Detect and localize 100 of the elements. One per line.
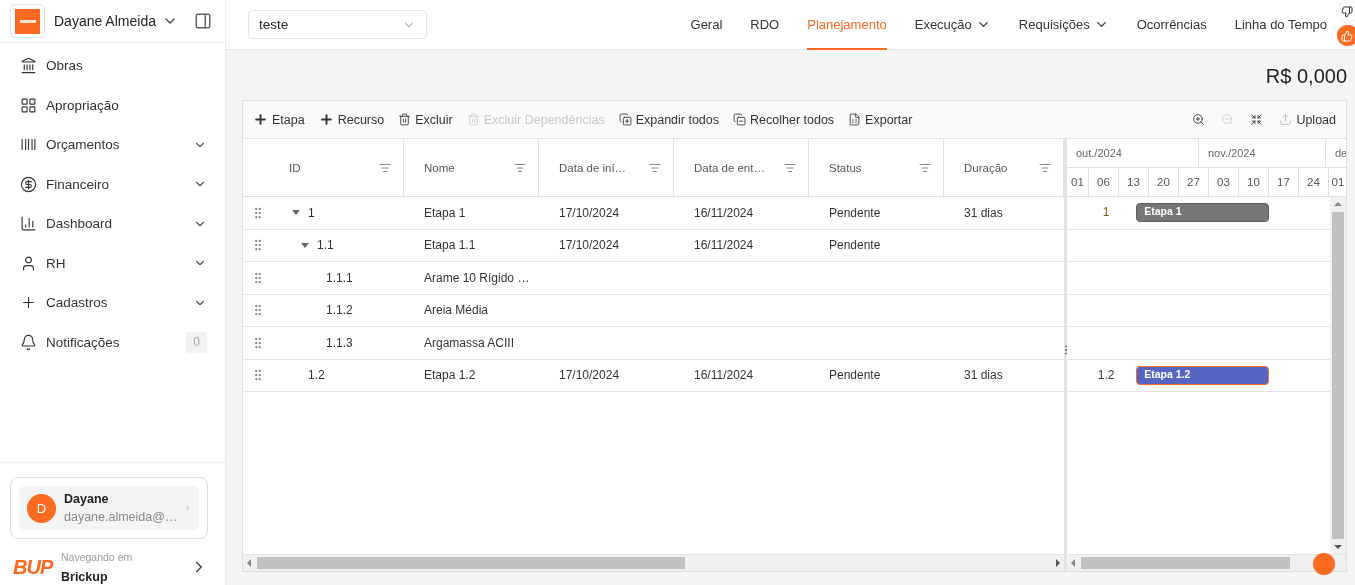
nav-tab[interactable]: Requisições [1018,0,1109,50]
collapse-all-icon [733,113,747,126]
row-id: 1.1.1 [326,270,353,285]
toolbar-button[interactable]: Etapa [253,112,305,127]
row-id: 1.1.2 [326,303,353,318]
user-menu[interactable]: Dayane Almeida [54,13,178,29]
table-cell: 17/10/2024 [559,238,620,253]
table-cell: Pendente [829,368,881,383]
table-cell: Etapa 1.2 [424,368,476,383]
column-header[interactable]: Nome [404,139,539,196]
sidebar-item[interactable]: RH [0,243,225,283]
gantt-bar[interactable]: Etapa 1.2 [1136,365,1269,385]
expand-caret-icon[interactable] [292,210,300,216]
total-amount: R$ 0,000 [1265,64,1347,88]
table-cell: 31 dias [964,368,1003,383]
filter-icon[interactable] [379,161,391,174]
dollar-icon [20,175,37,193]
bank-icon [20,57,37,75]
upload-button[interactable]: Upload [1279,112,1336,127]
day-label: 10 [1247,176,1260,188]
sidebar-item[interactable]: Orçamentos [0,125,225,165]
plus-icon [318,112,334,127]
nav-tab[interactable]: Linha do Tempo [1234,0,1327,50]
day-label: 03 [1217,176,1230,188]
row-id: 1.1.3 [326,335,353,350]
bar-chart-icon [20,215,37,233]
bell-icon [20,333,37,351]
vertical-scrollbar[interactable] [1330,197,1346,554]
table-cell: 17/10/2024 [559,368,620,383]
sidebar-item[interactable]: Cadastros [0,283,225,323]
toolbar-button[interactable]: Recolher todos [733,112,835,127]
table-cell: 31 dias [964,205,1003,220]
account-email: dayane.almeida@… [64,510,178,524]
day-label: 27 [1187,176,1200,188]
month-label: out./2024 [1076,147,1122,159]
toolbar-button[interactable]: Recurso [318,112,385,127]
table-cell: Arame 10 Rígido … [424,270,530,285]
table-row[interactable]: 1 Etapa 1 17/10/2024 16/11/2024 Pendente 31 dias [243,197,1064,230]
avatar: D [27,493,56,523]
table-cell: Pendente [829,205,881,220]
table-row[interactable]: 1.1.1 Arame 10 Rígido … [243,262,1064,295]
fit-button[interactable] [1250,113,1264,126]
table-cell: 16/11/2024 [694,205,754,220]
table-cell: Etapa 1.1 [424,238,476,253]
spreadsheet-icon [848,113,862,126]
column-header[interactable]: Status [809,139,944,196]
column-header[interactable]: ID [243,139,404,196]
filter-icon[interactable] [1039,161,1051,174]
table-cell: Pendente [829,238,881,253]
nav-tab[interactable]: Ocorrências [1136,0,1207,50]
row-id: 1 [308,205,315,220]
toolbar-button[interactable]: Exportar [848,112,913,127]
month-label: de [1335,147,1346,159]
sidebar-item[interactable]: Financeiro [0,164,225,204]
day-label: 20 [1157,176,1170,188]
sidebar-item[interactable]: Obras [0,46,225,86]
nav-tab[interactable]: RDO [750,0,780,50]
table-row[interactable]: 1.1 Etapa 1.1 17/10/2024 16/11/2024 Pendente [243,229,1064,262]
trash-icon [466,113,480,126]
day-label: 06 [1097,176,1110,188]
table-cell: Argamassa ACIII [424,335,515,350]
user-icon [20,254,37,272]
upload-icon [1279,113,1293,126]
filter-icon[interactable] [784,161,796,174]
trash-icon [398,113,412,126]
account-name: Dayane [64,492,110,506]
table-row[interactable]: 1.1.3 Argamassa ACIII [243,327,1064,360]
row-id: 1.1 [317,238,334,253]
table-row[interactable]: 1.1.2 Areia Média [243,294,1064,327]
horizontal-scrollbar[interactable] [1067,554,1346,571]
horizontal-scrollbar[interactable] [243,554,1064,571]
sidebar-item[interactable]: Apropriação [0,85,225,125]
bar-caption: 1.2 [1096,367,1116,382]
plus-icon [253,112,268,127]
table-cell: 16/11/2024 [694,368,754,383]
filter-icon[interactable] [919,161,931,174]
column-header[interactable]: Data de ent… [674,139,809,196]
sidebar-item[interactable]: Dashboard [0,204,225,244]
nav-tab[interactable]: Geral [690,0,723,50]
gantt-bar[interactable]: Etapa 1 [1136,203,1269,222]
expand-all-icon [618,113,632,126]
table-cell: Etapa 1 [424,205,466,220]
expand-caret-icon[interactable] [301,242,309,248]
filter-icon[interactable] [514,161,526,174]
table-cell: 17/10/2024 [559,205,620,220]
day-label: 01 [1331,176,1345,188]
account-button[interactable]: D Dayane dayane.almeida@… [19,486,199,530]
table-row[interactable]: 1.2 Etapa 1.2 17/10/2024 16/11/2024 Pendente 31 dias [243,359,1064,392]
table-cell: 16/11/2024 [694,238,754,253]
table-cell: Areia Média [424,303,489,318]
toolbar-button[interactable]: Excluir [398,112,453,127]
zoom-in-button[interactable] [1192,113,1206,126]
month-label: nov./2024 [1208,147,1256,159]
project-select[interactable]: teste [248,10,427,39]
column-header[interactable]: Data de iní… [539,139,674,196]
nav-tab[interactable]: Execução [914,0,991,50]
panel-toggle-icon[interactable] [194,12,212,30]
toolbar-button[interactable]: Expandir todos [618,112,720,127]
filter-icon[interactable] [649,161,661,174]
sidebar-item[interactable]: Notificações 0 [0,322,225,362]
